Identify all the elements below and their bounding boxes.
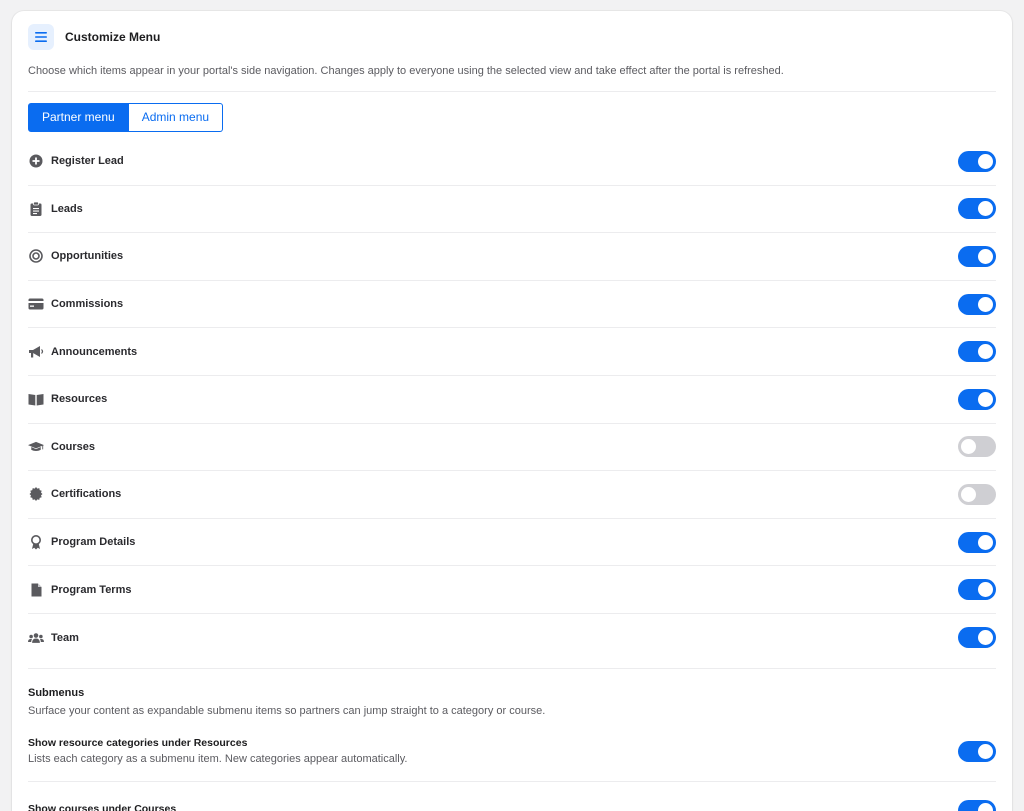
opportunities-toggle[interactable] xyxy=(958,245,996,267)
megaphone-icon xyxy=(28,344,44,360)
page-title: Customize Menu xyxy=(65,30,161,44)
toggle-knob xyxy=(978,582,993,598)
users-icon xyxy=(28,630,44,646)
toggle-knob xyxy=(978,201,993,217)
toggle-knob xyxy=(978,296,993,312)
divider xyxy=(28,91,996,92)
submenu-option-description: Lists each category as a submenu item. N… xyxy=(28,753,408,765)
show-courses-toggle[interactable] xyxy=(958,800,996,811)
commissions-toggle[interactable] xyxy=(958,293,996,315)
tab-admin-menu[interactable]: Admin menu xyxy=(128,103,224,132)
credit-card-icon xyxy=(28,296,44,312)
resources-toggle[interactable] xyxy=(958,388,996,410)
menu-item-label: Team xyxy=(51,631,79,644)
submenu-option-title: Show courses under Courses xyxy=(28,802,177,811)
menu-item-label: Announcements xyxy=(51,345,138,358)
submenus-description: Surface your content as expandable subme… xyxy=(28,705,546,717)
award-ribbon-icon xyxy=(28,534,44,550)
submenu-row-courses: Show courses under Courses xyxy=(28,796,996,811)
menu-row-opportunities: Opportunities xyxy=(28,233,996,281)
submenus-section: Submenus Surface your content as expanda… xyxy=(28,687,996,717)
menu-row-commissions: Commissions xyxy=(28,281,996,329)
divider xyxy=(28,781,996,782)
toggle-knob xyxy=(978,534,993,550)
leads-toggle[interactable] xyxy=(958,198,996,220)
menu-row-courses: Courses xyxy=(28,424,996,472)
submenu-option-title: Show resource categories under Resources xyxy=(28,737,248,749)
document-icon xyxy=(28,582,44,598)
toggle-knob xyxy=(978,153,993,169)
menu-item-label: Register Lead xyxy=(51,155,124,168)
toggle-knob xyxy=(978,803,993,811)
menu-row-register-lead: Register Lead xyxy=(28,138,996,186)
plus-circle-icon xyxy=(28,153,44,169)
toggle-knob xyxy=(978,344,993,360)
toggle-knob xyxy=(978,248,993,264)
menu-row-team: Team xyxy=(28,614,996,662)
page-description: Choose which items appear in your portal… xyxy=(28,65,784,77)
menu-item-label: Leads xyxy=(51,202,83,215)
announcements-toggle[interactable] xyxy=(958,341,996,363)
menu-item-label: Program Terms xyxy=(51,583,132,596)
submenus-title: Submenus xyxy=(28,687,85,699)
card-header: Customize Menu xyxy=(28,24,160,50)
menu-item-label: Certifications xyxy=(51,488,122,501)
menu-view-switch: Partner menu Admin menu xyxy=(28,103,224,132)
resource-categories-toggle[interactable] xyxy=(958,740,996,762)
toggle-knob xyxy=(978,391,993,407)
register-lead-toggle[interactable] xyxy=(958,150,996,172)
courses-toggle[interactable] xyxy=(958,436,996,458)
toggle-knob xyxy=(961,486,976,502)
customize-menu-card: Customize Menu Choose which items appear… xyxy=(12,11,1012,811)
menu-item-label: Resources xyxy=(51,393,108,406)
menu-row-certifications: Certifications xyxy=(28,471,996,519)
menu-item-label: Commissions xyxy=(51,298,124,311)
menu-item-label: Opportunities xyxy=(51,250,124,263)
certificate-badge-icon xyxy=(28,486,44,502)
menu-items-list: Register Lead Leads Opportunities Commis… xyxy=(28,138,996,662)
menu-row-leads: Leads xyxy=(28,186,996,234)
team-toggle[interactable] xyxy=(958,627,996,649)
toggle-knob xyxy=(978,743,993,759)
target-icon xyxy=(28,248,44,264)
menu-icon xyxy=(28,24,54,50)
certifications-toggle[interactable] xyxy=(958,483,996,505)
divider xyxy=(28,668,996,669)
menu-item-label: Courses xyxy=(51,440,96,453)
menu-item-label: Program Details xyxy=(51,536,136,549)
menu-row-program-details: Program Details xyxy=(28,519,996,567)
program-terms-toggle[interactable] xyxy=(958,579,996,601)
graduation-cap-icon xyxy=(28,439,44,455)
menu-row-resources: Resources xyxy=(28,376,996,424)
program-details-toggle[interactable] xyxy=(958,531,996,553)
clipboard-icon xyxy=(28,201,44,217)
tab-partner-menu[interactable]: Partner menu xyxy=(28,103,129,132)
toggle-knob xyxy=(961,439,976,455)
menu-row-program-terms: Program Terms xyxy=(28,566,996,614)
menu-row-announcements: Announcements xyxy=(28,328,996,376)
book-icon xyxy=(28,391,44,407)
submenu-row-resource-categories: Show resource categories under Resources… xyxy=(28,737,996,765)
toggle-knob xyxy=(978,630,993,646)
